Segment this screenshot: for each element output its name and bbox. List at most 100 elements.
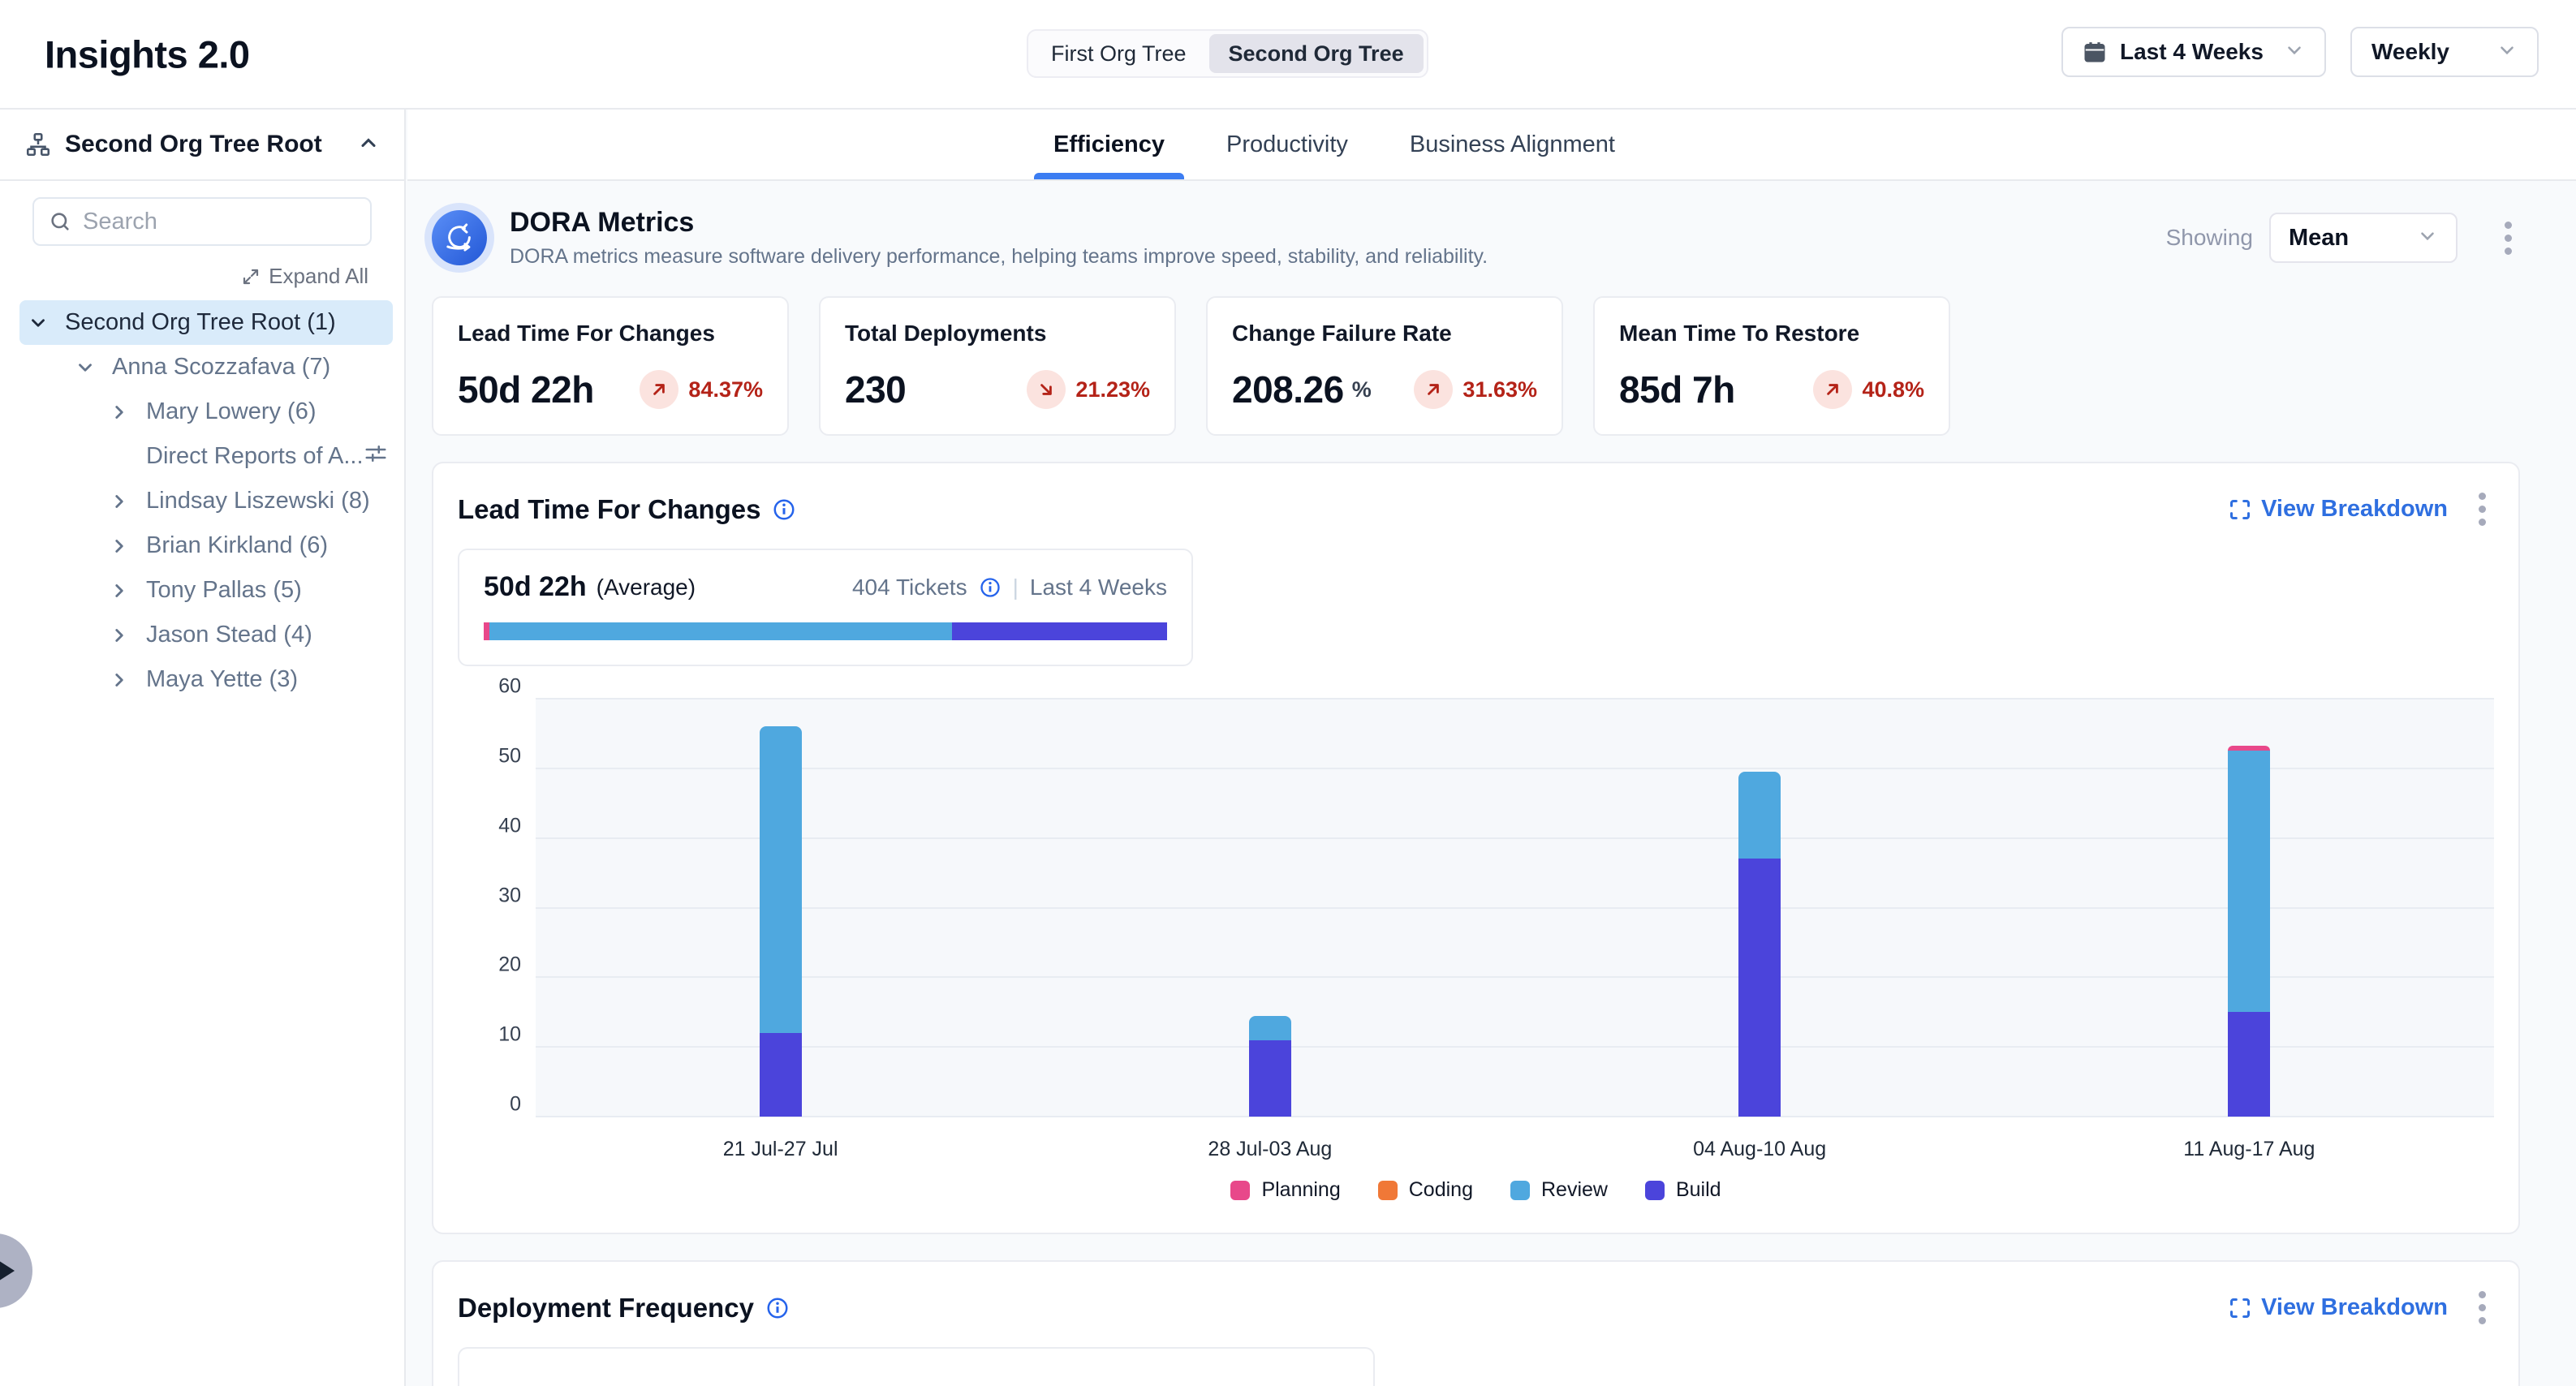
tree-item-label: Maya Yette (3) — [146, 666, 298, 693]
metric-value: 50d 22h — [458, 368, 594, 411]
metric-card-title: Mean Time To Restore — [1619, 321, 1924, 346]
tab-efficiency[interactable]: Efficiency — [1049, 110, 1170, 179]
tab-productivity[interactable]: Productivity — [1221, 110, 1353, 179]
x-axis-label: 04 Aug-10 Aug — [1693, 1138, 1826, 1161]
date-range-select[interactable]: Last 4 Weeks — [2061, 27, 2326, 77]
aggregation-value: Mean — [2289, 225, 2349, 252]
org-tree-toggle-option[interactable]: First Org Tree — [1032, 34, 1206, 73]
tree-item-jason-stead-4[interactable]: Jason Stead (4) — [19, 613, 393, 657]
divider: | — [1013, 575, 1019, 600]
phase-distribution-bar — [484, 622, 1167, 640]
info-icon[interactable] — [772, 497, 796, 522]
tree-item-maya-yette-3[interactable]: Maya Yette (3) — [19, 657, 393, 702]
phase-segment-planning — [484, 622, 489, 640]
trend-percentage: 31.63% — [1462, 377, 1537, 402]
chevron-right-icon[interactable] — [107, 625, 131, 646]
gridline — [536, 907, 2494, 909]
search-input[interactable] — [83, 209, 355, 235]
calendar-icon — [2083, 40, 2107, 64]
tree-item-second-org-tree-root-1[interactable]: Second Org Tree Root (1) — [19, 300, 393, 345]
aggregation-select[interactable]: Mean — [2269, 213, 2458, 263]
lead-time-view-breakdown[interactable]: View Breakdown — [2229, 496, 2448, 523]
deployment-frequency-panel: Deployment Frequency View Breakdown — [432, 1260, 2520, 1386]
chevron-down-icon — [2417, 226, 2438, 251]
trend-badge: 21.23% — [1027, 370, 1150, 409]
tree-item-label: Mary Lowery (6) — [146, 398, 317, 425]
metric-card-mean-time-to-restore: Mean Time To Restore 85d 7h 40.8% — [1593, 296, 1950, 436]
gridline — [536, 837, 2494, 839]
chevron-right-icon[interactable] — [107, 669, 131, 691]
tree-item-direct-reports-of-a[interactable]: Direct Reports of A... — [19, 434, 393, 479]
info-icon[interactable] — [765, 1296, 790, 1320]
summary-period: Last 4 Weeks — [1030, 575, 1167, 600]
main-area: Efficiency Productivity Business Alignment… — [407, 110, 2576, 1386]
org-tree-sidebar: Second Org Tree Root Expand All Second O… — [0, 110, 406, 1386]
dora-cycle-icon — [432, 210, 487, 265]
trend-badge: 40.8% — [1813, 370, 1924, 409]
chevron-down-icon[interactable] — [73, 357, 97, 378]
chevron-down-icon[interactable] — [26, 312, 50, 334]
stacked-bar-11-aug-17-aug[interactable] — [2228, 746, 2270, 1117]
chevron-right-icon[interactable] — [107, 580, 131, 601]
phase-segment-review — [489, 622, 952, 640]
stacked-bar-28-jul-03-aug[interactable] — [1249, 1016, 1291, 1117]
info-icon[interactable] — [979, 576, 1002, 599]
legend-item-coding[interactable]: Coding — [1378, 1178, 1473, 1202]
chevron-up-icon[interactable] — [357, 131, 380, 158]
legend-item-build[interactable]: Build — [1645, 1178, 1721, 1202]
chevron-right-icon[interactable] — [107, 491, 131, 512]
showing-controls: Showing Mean — [2166, 213, 2520, 263]
x-axis-label: 21 Jul-27 Jul — [723, 1138, 838, 1161]
expand-all-button[interactable]: Expand All — [0, 264, 368, 289]
dora-metrics-header: DORA Metrics DORA metrics measure softwa… — [432, 207, 2520, 269]
summary-meta: 404 Tickets | Last 4 Weeks — [852, 575, 1167, 600]
org-tree-icon — [24, 131, 52, 158]
chevron-right-icon[interactable] — [107, 402, 131, 423]
content-scroll-area: DORA Metrics DORA metrics measure softwa… — [407, 183, 2576, 1386]
dora-title: DORA Metrics — [510, 207, 1488, 239]
sidebar-search[interactable] — [32, 197, 372, 246]
chevron-right-icon[interactable] — [107, 536, 131, 557]
sidebar-root-label: Second Org Tree Root — [65, 131, 322, 158]
gridline — [536, 1046, 2494, 1048]
tree-item-anna-scozzafava-7[interactable]: Anna Scozzafava (7) — [19, 345, 393, 390]
sliders-icon[interactable] — [364, 441, 388, 472]
org-tree: Second Org Tree Root (1)Anna Scozzafava … — [0, 300, 404, 702]
dora-kebab-menu[interactable] — [2496, 217, 2520, 260]
trend-arrow-up-icon — [640, 370, 678, 409]
metric-card-total-deployments: Total Deployments23021.23% — [819, 296, 1176, 436]
granularity-select[interactable]: Weekly — [2350, 27, 2539, 77]
deployment-frequency-kebab-menu[interactable] — [2470, 1286, 2494, 1329]
tickets-count: 404 Tickets — [852, 575, 967, 600]
tab-bar: Efficiency Productivity Business Alignment — [407, 110, 2576, 181]
stacked-bar-04-aug-10-aug[interactable] — [1738, 772, 1781, 1117]
metric-value: 85d 7h — [1619, 368, 1735, 411]
granularity-value: Weekly — [2371, 39, 2449, 65]
trend-percentage: 21.23% — [1075, 377, 1150, 402]
search-icon — [49, 210, 71, 233]
gridline — [536, 976, 2494, 978]
metric-unit: % — [1352, 377, 1372, 402]
metric-card-change-failure-rate: Change Failure Rate208.26%31.63% — [1206, 296, 1563, 436]
trend-badge: 84.37% — [640, 370, 763, 409]
tree-item-tony-pallas-5[interactable]: Tony Pallas (5) — [19, 568, 393, 613]
view-breakdown-label: View Breakdown — [2261, 1294, 2448, 1321]
expand-corners-icon — [2229, 1297, 2251, 1319]
bar-segment-build — [1738, 859, 1781, 1117]
tree-item-lindsay-liszewski-8[interactable]: Lindsay Liszewski (8) — [19, 479, 393, 523]
tab-business-alignment[interactable]: Business Alignment — [1405, 110, 1620, 179]
legend-item-planning[interactable]: Planning — [1230, 1178, 1340, 1202]
legend-swatch — [1645, 1181, 1665, 1200]
tree-item-brian-kirkland-6[interactable]: Brian Kirkland (6) — [19, 523, 393, 568]
stacked-bar-21-jul-27-jul[interactable] — [760, 726, 802, 1117]
insights-dashboard: Insights 2.0 First Org TreeSecond Org Tr… — [0, 0, 2576, 1386]
metric-value: 230 — [845, 368, 906, 411]
legend-item-review[interactable]: Review — [1510, 1178, 1608, 1202]
y-axis-tick: 40 — [498, 814, 521, 837]
org-tree-toggle-option[interactable]: Second Org Tree — [1209, 34, 1424, 73]
lead-time-kebab-menu[interactable] — [2470, 488, 2494, 531]
y-axis-tick: 50 — [498, 744, 521, 768]
deployment-frequency-view-breakdown[interactable]: View Breakdown — [2229, 1294, 2448, 1321]
tree-item-mary-lowery-6[interactable]: Mary Lowery (6) — [19, 390, 393, 434]
expand-all-label: Expand All — [269, 264, 368, 289]
